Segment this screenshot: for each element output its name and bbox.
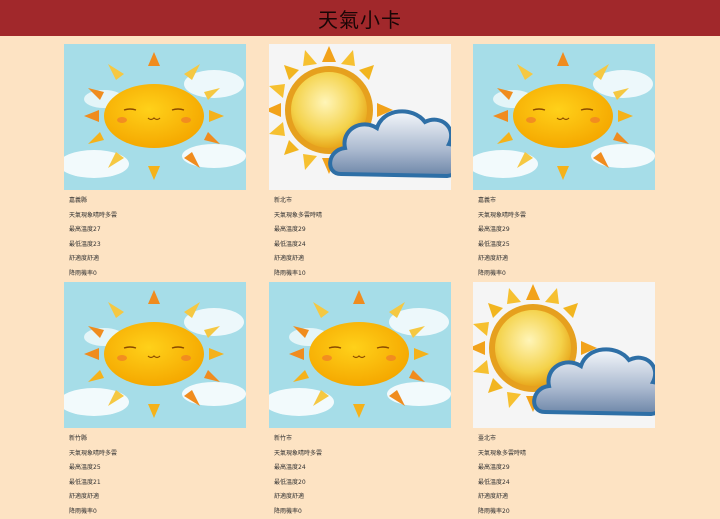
- min-temperature: 最低溫度23: [69, 238, 246, 253]
- weather-card[interactable]: 新竹縣 天氣現象晴時多雲 最高溫度25 最低溫度21 舒適度舒適 降雨機率0: [64, 282, 246, 519]
- min-temperature: 最低溫度24: [478, 476, 655, 491]
- weather-card[interactable]: 嘉義縣 天氣現象晴時多雲 最高溫度27 最低溫度23 舒適度舒適 降雨機率0: [64, 44, 246, 281]
- rain-probability: 降雨機率10: [274, 267, 451, 282]
- weather-description: 天氣現象多雲時晴: [274, 209, 451, 224]
- weather-card[interactable]: 嘉義市 天氣現象晴時多雲 最高溫度29 最低溫度25 舒適度舒適 降雨機率0: [473, 44, 655, 281]
- weather-card-grid: 嘉義縣 天氣現象晴時多雲 最高溫度27 最低溫度23 舒適度舒適 降雨機率0 新…: [0, 36, 720, 517]
- weather-card[interactable]: 臺北市 天氣現象多雲時晴 最高溫度29 最低溫度24 舒適度舒適 降雨機率20: [473, 282, 655, 519]
- app-header: 天氣小卡: [0, 0, 720, 36]
- weather-card[interactable]: 新北市 天氣現象多雲時晴 最高溫度29 最低溫度24 舒適度舒適 降雨機率10: [269, 44, 451, 281]
- sunny-icon: [269, 282, 451, 428]
- city-name: 嘉義市: [478, 194, 655, 209]
- city-name: 新竹市: [274, 432, 451, 447]
- page-title: 天氣小卡: [318, 4, 402, 33]
- weather-card[interactable]: 新竹市 天氣現象晴時多雲 最高溫度24 最低溫度20 舒適度舒適 降雨機率0: [269, 282, 451, 519]
- comfort-level: 舒適度舒適: [274, 252, 451, 267]
- city-name: 新北市: [274, 194, 451, 209]
- city-name: 臺北市: [478, 432, 655, 447]
- comfort-level: 舒適度舒適: [478, 490, 655, 505]
- rain-probability: 降雨機率0: [478, 267, 655, 282]
- city-name: 新竹縣: [69, 432, 246, 447]
- max-temperature: 最高溫度27: [69, 223, 246, 238]
- sunny-icon: [64, 282, 246, 428]
- rain-probability: 降雨機率0: [69, 267, 246, 282]
- weather-description: 天氣現象晴時多雲: [274, 447, 451, 462]
- max-temperature: 最高溫度29: [478, 461, 655, 476]
- partly-cloudy-icon: [473, 282, 655, 428]
- weather-description: 天氣現象多雲時晴: [478, 447, 655, 462]
- sunny-icon: [64, 44, 246, 190]
- max-temperature: 最高溫度29: [274, 223, 451, 238]
- min-temperature: 最低溫度25: [478, 238, 655, 253]
- weather-description: 天氣現象晴時多雲: [69, 447, 246, 462]
- max-temperature: 最高溫度24: [274, 461, 451, 476]
- comfort-level: 舒適度舒適: [69, 490, 246, 505]
- max-temperature: 最高溫度25: [69, 461, 246, 476]
- min-temperature: 最低溫度24: [274, 238, 451, 253]
- max-temperature: 最高溫度29: [478, 223, 655, 238]
- min-temperature: 最低溫度21: [69, 476, 246, 491]
- partly-cloudy-icon: [269, 44, 451, 190]
- comfort-level: 舒適度舒適: [478, 252, 655, 267]
- sunny-icon: [473, 44, 655, 190]
- weather-description: 天氣現象晴時多雲: [69, 209, 246, 224]
- comfort-level: 舒適度舒適: [274, 490, 451, 505]
- city-name: 嘉義縣: [69, 194, 246, 209]
- comfort-level: 舒適度舒適: [69, 252, 246, 267]
- min-temperature: 最低溫度20: [274, 476, 451, 491]
- weather-description: 天氣現象晴時多雲: [478, 209, 655, 224]
